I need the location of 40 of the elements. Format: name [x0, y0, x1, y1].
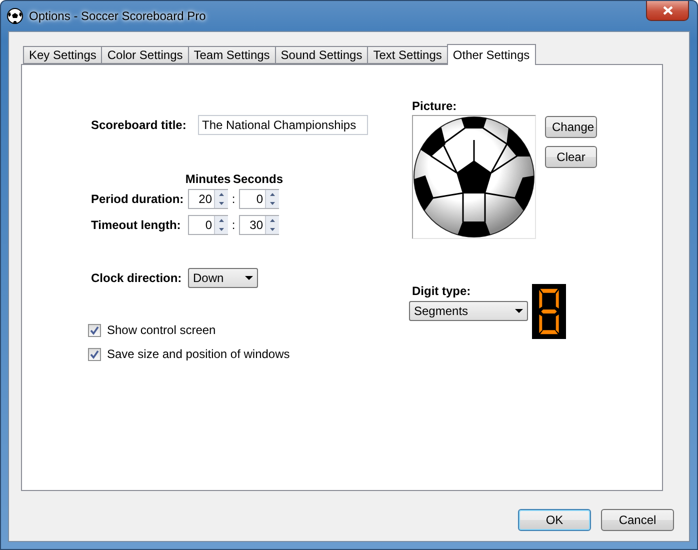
field-label: Scoreboard title:: [91, 118, 188, 132]
number-spinner[interactable]: 20: [188, 189, 228, 209]
number-spinner[interactable]: 0: [188, 215, 228, 235]
tab[interactable]: Color Settings: [101, 46, 189, 64]
number-spinner[interactable]: 30: [239, 215, 279, 235]
tab[interactable]: Key Settings: [23, 46, 102, 64]
check-icon: [90, 350, 99, 358]
cancel-button[interactable]: Cancel: [601, 509, 674, 531]
window-title: Options - Soccer Scoreboard Pro: [29, 9, 206, 23]
ok-button[interactable]: OK: [518, 509, 591, 531]
checkbox-label: Save size and position of windows: [107, 347, 290, 361]
checkbox-label: Show control screen: [107, 323, 216, 337]
picture-label: Picture:: [412, 99, 457, 113]
column-header: Seconds: [233, 172, 283, 186]
clock-direction-dropdown[interactable]: Down: [188, 268, 258, 288]
checkbox[interactable]: [88, 324, 101, 336]
soccer-ball-icon: [7, 8, 23, 24]
number-spinner[interactable]: 0: [239, 189, 279, 209]
column-header: Minutes: [184, 172, 232, 186]
caret-icon: [515, 309, 523, 313]
check-icon: [90, 326, 99, 334]
tab[interactable]: Team Settings: [188, 46, 276, 64]
checkbox[interactable]: [88, 348, 101, 360]
title-input-field[interactable]: The National Championships: [198, 115, 368, 135]
field-label: Timeout length:: [91, 218, 182, 232]
field-label: Clock direction:: [91, 271, 183, 285]
picture-button[interactable]: Clear: [545, 146, 597, 168]
caret-icon: [245, 276, 253, 280]
separator-text: :: [230, 218, 236, 232]
tab[interactable]: Text Settings: [367, 46, 448, 64]
segment-digit-drawing: [532, 284, 566, 339]
separator-text: :: [230, 192, 236, 206]
field-label: Period duration:: [91, 192, 185, 206]
tab[interactable]: Other Settings: [446, 44, 536, 65]
picture-button[interactable]: Change: [545, 116, 597, 138]
close-icon: [662, 6, 672, 15]
close-button[interactable]: [646, 1, 689, 21]
tab[interactable]: Sound Settings: [274, 46, 368, 64]
digit-type-label: Digit type:: [412, 284, 471, 298]
digit-type-dropdown[interactable]: Segments: [409, 301, 528, 321]
